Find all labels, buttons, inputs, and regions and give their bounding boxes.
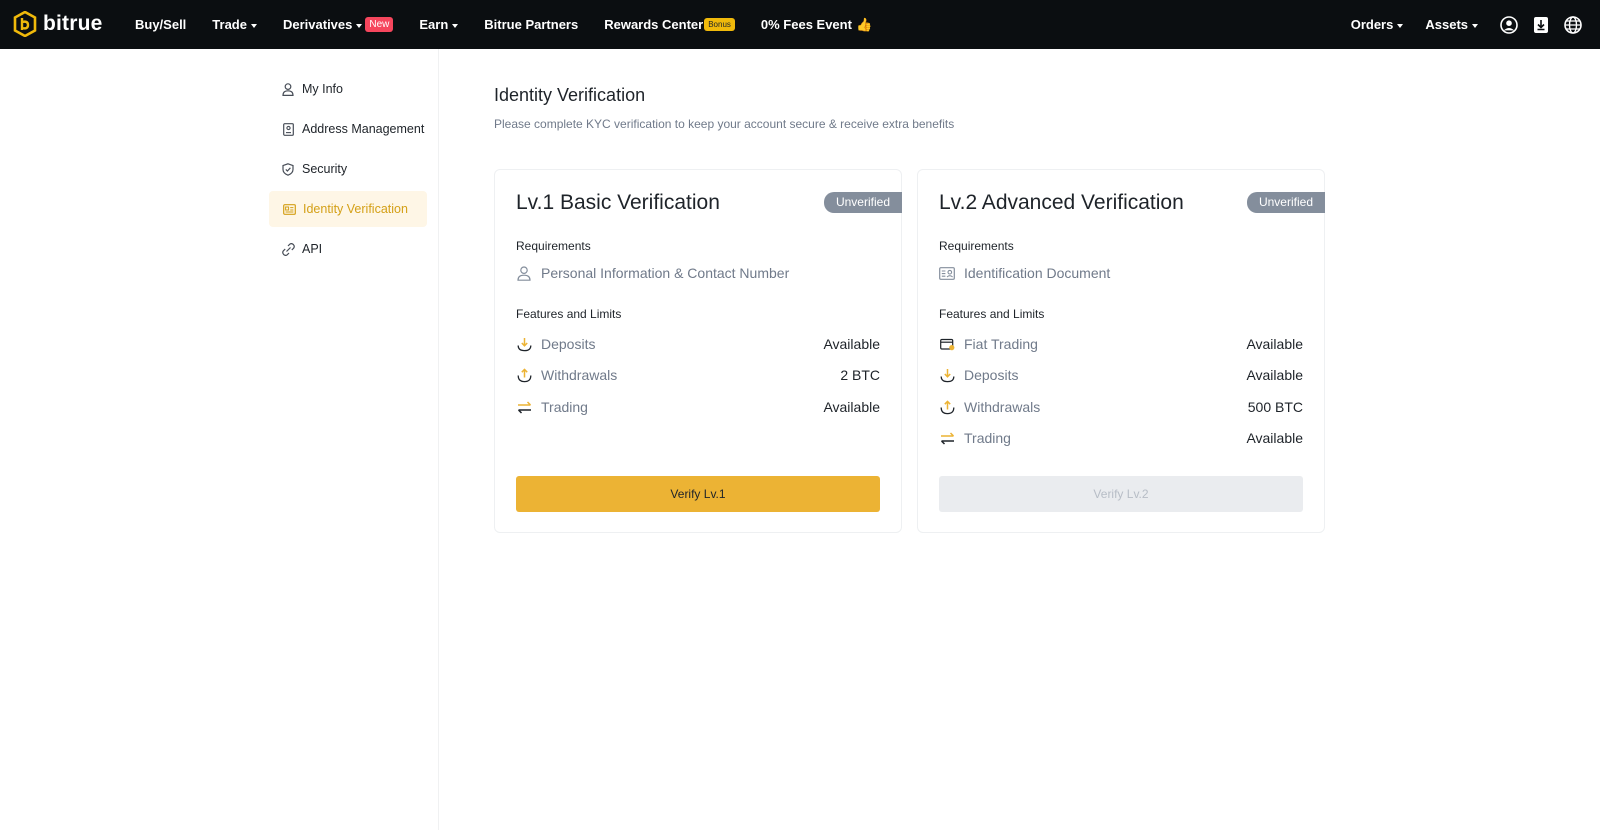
nav-orders[interactable]: Orders xyxy=(1351,17,1404,32)
id-card-icon xyxy=(282,202,296,216)
requirement-label: Identification Document xyxy=(964,265,1111,281)
new-badge: New xyxy=(365,17,394,32)
feature-value: 500 BTC xyxy=(1247,399,1303,415)
person-icon xyxy=(516,265,532,281)
status-badge: Unverified xyxy=(1246,192,1325,213)
trading-icon xyxy=(939,430,955,446)
verification-card-lv2: Lv.2 Advanced Verification Unverified Re… xyxy=(917,169,1325,533)
primary-nav: Buy/Sell Trade Derivatives New Earn Bitr… xyxy=(135,0,898,49)
feature-row-trading: Trading Available xyxy=(939,428,1303,448)
verification-card-lv1: Lv.1 Basic Verification Unverified Requi… xyxy=(494,169,902,533)
feature-row-trading: Trading Available xyxy=(516,397,880,417)
chevron-down-icon xyxy=(452,23,459,28)
feature-row-deposits: Deposits Available xyxy=(516,334,880,354)
requirement-item: Identification Document xyxy=(939,265,1110,281)
feature-row-withdrawals: Withdrawals 500 BTC xyxy=(939,397,1303,417)
secondary-nav: Orders Assets xyxy=(1351,0,1582,49)
verify-lv2-button[interactable]: Verify Lv.2 xyxy=(939,476,1303,512)
feature-value: Available xyxy=(1246,430,1303,446)
nav-derivatives[interactable]: Derivatives New xyxy=(282,17,394,32)
thumbs-up-icon: 👍 xyxy=(855,16,873,32)
nav-earn-label: Earn xyxy=(419,17,449,32)
chevron-down-icon xyxy=(1472,23,1478,28)
requirements-label: Requirements xyxy=(516,239,591,253)
feature-row-withdrawals: Withdrawals 2 BTC xyxy=(516,365,880,385)
address-book-icon xyxy=(281,122,295,136)
card-title: Lv.1 Basic Verification xyxy=(516,191,720,214)
sidebar-item-label: My Info xyxy=(302,82,343,96)
page-subtitle: Please complete KYC verification to keep… xyxy=(494,117,955,131)
feature-label: Withdrawals xyxy=(964,399,1041,415)
withdraw-icon xyxy=(939,399,955,415)
nav-buy-sell[interactable]: Buy/Sell xyxy=(135,17,186,32)
bonus-badge: Bonus xyxy=(704,18,735,31)
nav-rewards-center[interactable]: Rewards Center Bonus xyxy=(604,17,735,32)
nav-assets[interactable]: Assets xyxy=(1425,17,1478,32)
sidebar-item-address-management[interactable]: Address Management xyxy=(269,111,427,147)
nav-trade-label: Trade xyxy=(212,17,247,32)
chevron-down-icon xyxy=(250,23,257,28)
feature-label: Trading xyxy=(964,430,1011,446)
sidebar-item-label: Address Management xyxy=(302,122,425,136)
requirements-label: Requirements xyxy=(939,239,1014,253)
chevron-down-icon xyxy=(356,23,363,28)
feature-value: 2 BTC xyxy=(840,367,880,383)
nav-fees-event-label: 0% Fees Event xyxy=(760,17,852,32)
status-badge: Unverified xyxy=(823,192,902,213)
nav-bitrue-partners[interactable]: Bitrue Partners xyxy=(484,17,578,32)
sidebar-item-api[interactable]: API xyxy=(269,231,427,267)
top-navigation-bar: bitrue Buy/Sell Trade Derivatives New Ea… xyxy=(0,0,1600,49)
card-title: Lv.2 Advanced Verification xyxy=(939,191,1184,214)
nav-fees-event[interactable]: 0% Fees Event 👍 xyxy=(761,17,872,33)
deposit-icon xyxy=(516,336,532,352)
nav-rewards-center-label: Rewards Center xyxy=(604,17,704,32)
feature-value: Available xyxy=(823,336,880,352)
sidebar-item-security[interactable]: Security xyxy=(269,151,427,187)
sidebar-item-label: Identity Verification xyxy=(303,202,408,216)
page-title: Identity Verification xyxy=(494,85,646,105)
user-profile-icon[interactable] xyxy=(1500,15,1518,34)
nav-trade[interactable]: Trade xyxy=(212,17,257,32)
api-link-icon xyxy=(281,242,295,256)
sidebar-item-label: API xyxy=(302,242,323,256)
verify-lv1-button[interactable]: Verify Lv.1 xyxy=(516,476,880,512)
features-label: Features and Limits xyxy=(516,307,622,321)
trading-icon xyxy=(516,399,532,415)
shield-icon xyxy=(281,162,295,176)
withdraw-icon xyxy=(516,367,532,383)
logo-text: bitrue xyxy=(43,12,103,35)
feature-value: Available xyxy=(1246,336,1303,352)
user-icon xyxy=(281,82,295,96)
download-icon[interactable] xyxy=(1532,16,1550,34)
feature-label: Deposits xyxy=(964,367,1019,383)
nav-derivatives-label: Derivatives xyxy=(282,17,353,32)
requirement-label: Personal Information & Contact Number xyxy=(541,265,790,281)
deposit-icon xyxy=(939,367,955,383)
nav-assets-label: Assets xyxy=(1425,17,1468,32)
nav-earn[interactable]: Earn xyxy=(419,17,459,32)
feature-label: Deposits xyxy=(541,336,596,352)
feature-row-fiat-trading: Fiat Trading Available xyxy=(939,334,1303,354)
requirement-item: Personal Information & Contact Number xyxy=(516,265,789,281)
nav-buy-sell-label: Buy/Sell xyxy=(135,17,187,32)
feature-label: Fiat Trading xyxy=(964,336,1038,352)
id-document-icon xyxy=(939,265,955,281)
feature-value: Available xyxy=(823,399,880,415)
sidebar-item-my-info[interactable]: My Info xyxy=(269,71,427,107)
account-sidebar: My Info Address Management Security Iden… xyxy=(0,49,439,830)
feature-value: Available xyxy=(1246,367,1303,383)
feature-label: Trading xyxy=(541,399,588,415)
globe-icon[interactable] xyxy=(1564,15,1582,34)
fiat-trading-icon xyxy=(939,336,955,352)
nav-orders-label: Orders xyxy=(1350,17,1394,32)
sidebar-item-label: Security xyxy=(302,162,348,176)
bitrue-logo-icon xyxy=(13,11,37,37)
chevron-down-icon xyxy=(1397,23,1404,28)
feature-row-deposits: Deposits Available xyxy=(939,365,1303,385)
bitrue-logo[interactable]: bitrue xyxy=(13,11,103,37)
nav-bitrue-partners-label: Bitrue Partners xyxy=(484,17,579,32)
features-label: Features and Limits xyxy=(939,307,1045,321)
sidebar-item-identity-verification[interactable]: Identity Verification xyxy=(269,191,427,227)
feature-label: Withdrawals xyxy=(541,367,618,383)
